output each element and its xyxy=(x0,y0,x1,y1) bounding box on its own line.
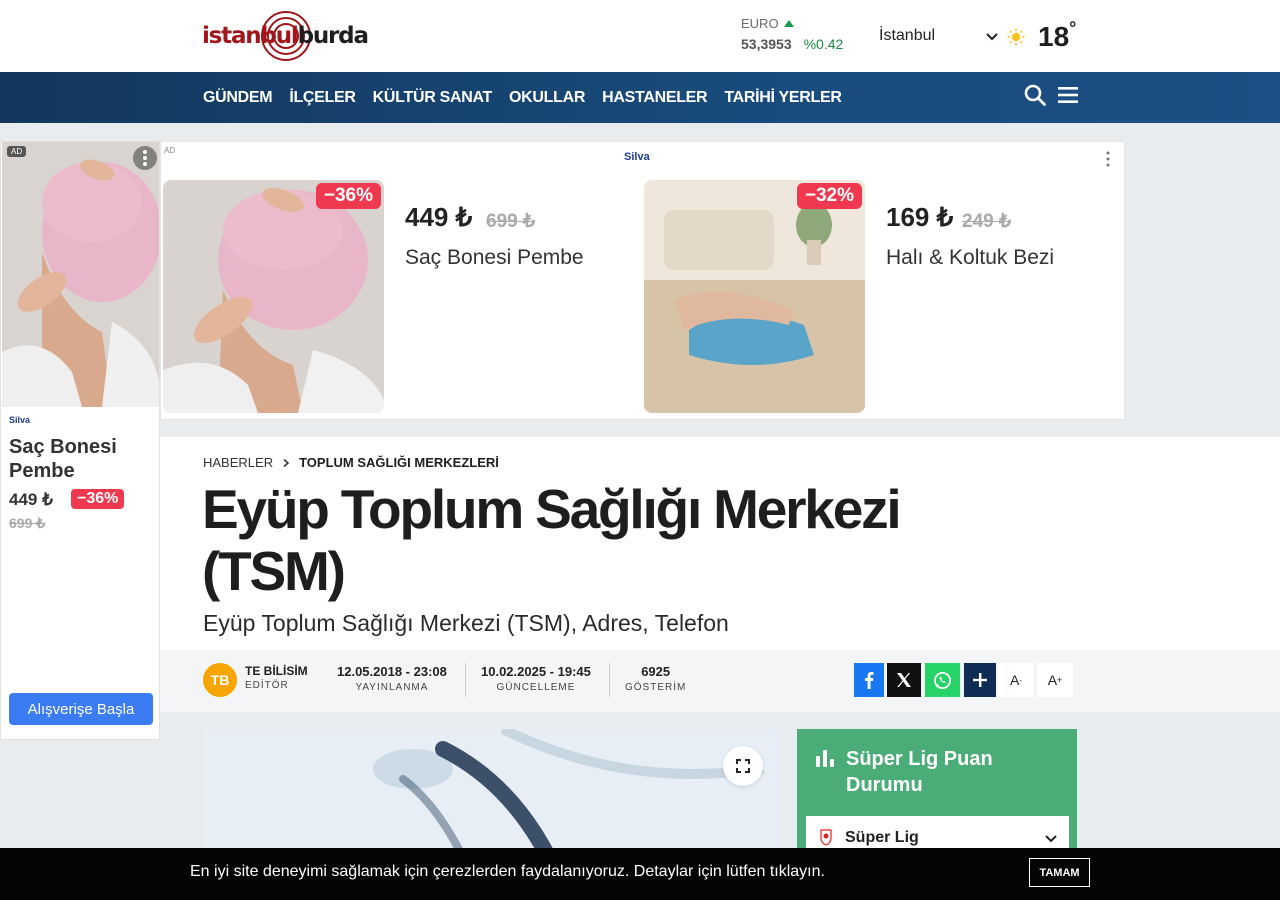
nav-item-kultur-sanat[interactable]: KÜLTÜR SANAT xyxy=(373,89,493,107)
share-facebook-button[interactable] xyxy=(854,663,884,697)
currency-name: EURO xyxy=(741,16,779,31)
ad-product-title[interactable]: Halı & Koltuk Bezi xyxy=(886,246,1054,270)
ad-discount-badge: −36% xyxy=(71,489,125,509)
share-more-button[interactable] xyxy=(964,663,996,697)
view-count: 6925 GÖSTERİM xyxy=(625,664,686,693)
updated-date: 10.02.2025 - 19:45 GÜNCELLEME xyxy=(481,664,591,693)
ad-brand-logo: Silva xyxy=(624,151,650,163)
published-value: 12.05.2018 - 23:08 xyxy=(337,664,447,679)
share-x-button[interactable] xyxy=(887,663,921,697)
facebook-icon xyxy=(865,672,874,689)
cookie-accept-button[interactable]: TAMAM xyxy=(1029,858,1090,887)
nav-item-tarihi-yerler[interactable]: TARİHİ YERLER xyxy=(724,89,842,107)
chevron-down-icon[interactable] xyxy=(985,30,999,44)
updated-value: 10.02.2025 - 19:45 xyxy=(481,664,591,679)
ad-product-title[interactable]: Saç Bonesi Pembe xyxy=(9,435,149,483)
share-whatsapp-button[interactable] xyxy=(925,663,960,697)
search-icon[interactable] xyxy=(1024,84,1046,106)
logo-text-part1: istanbul xyxy=(202,23,299,49)
site-logo[interactable]: istanbulburda xyxy=(202,10,369,62)
hair-bonnet-illustration xyxy=(163,180,384,413)
whatsapp-icon xyxy=(934,671,951,689)
ad-label: AD xyxy=(164,146,176,155)
top-banner-ad[interactable]: AD Silva −36% 449 ₺ 699 ₺ Saç Bonesi Pem… xyxy=(160,141,1125,420)
author-avatar[interactable]: TB xyxy=(203,663,237,697)
ad-product-price: 449 ₺ xyxy=(9,490,53,509)
ad-old-price: 249 ₺ xyxy=(962,211,1012,232)
plus-icon xyxy=(973,673,987,687)
hair-bonnet-illustration xyxy=(2,142,159,407)
author-name[interactable]: TE BİLİSİM xyxy=(245,664,308,678)
ad-product-image-1[interactable]: −36% xyxy=(163,180,384,413)
author-role: EDİTÖR xyxy=(245,680,289,691)
fullscreen-button[interactable] xyxy=(723,746,763,786)
super-lig-logo-icon xyxy=(820,829,832,846)
breadcrumb: HABERLER TOPLUM SAĞLIĞI MERKEZLERİ xyxy=(203,455,499,470)
chevron-down-icon[interactable] xyxy=(1044,832,1058,846)
ad-old-price: 699 ₺ xyxy=(9,515,46,531)
sun-icon xyxy=(1007,28,1025,46)
top-header xyxy=(0,0,1280,72)
article-title: Eyüp Toplum Sağlığı Merkezi (TSM) xyxy=(202,478,902,602)
currency-widget: EURO 53,3953 %0.42 xyxy=(741,16,843,52)
font-decrease-button[interactable]: A- xyxy=(998,663,1034,697)
ad-product-image-2[interactable]: −32% xyxy=(644,180,865,413)
widget-title-text: Süper Lig Puan Durumu xyxy=(846,748,993,796)
more-options-icon[interactable] xyxy=(1105,150,1111,168)
font-decrease-sup: - xyxy=(1019,675,1022,685)
ad-options-icon[interactable] xyxy=(133,146,157,170)
currency-value: 53,3953 xyxy=(741,36,792,52)
ad-badge: AD xyxy=(7,146,27,157)
published-date: 12.05.2018 - 23:08 YAYINLANMA xyxy=(337,664,447,693)
breadcrumb-category[interactable]: TOPLUM SAĞLIĞI MERKEZLERİ xyxy=(299,455,499,470)
font-increase-button[interactable]: A + xyxy=(1037,663,1073,697)
ad-brand-logo: Silva xyxy=(9,415,31,425)
nav-item-okullar[interactable]: OKULLAR xyxy=(509,89,585,107)
ad-discount-badge: −32% xyxy=(796,183,862,209)
temperature: 18° xyxy=(1038,18,1076,53)
published-label: YAYINLANMA xyxy=(355,682,429,693)
ad-product-price: 169 ₺ xyxy=(886,202,954,232)
hamburger-menu-icon[interactable] xyxy=(1058,86,1078,104)
meta-divider xyxy=(609,663,610,697)
city-selector[interactable]: İstanbul xyxy=(879,27,935,45)
currency-change: %0.42 xyxy=(803,36,844,52)
shop-now-button[interactable]: Alışverişe Başla xyxy=(9,693,153,725)
left-ad[interactable]: AD Silva Saç Bonesi Pembe 449 ₺ −36% 699… xyxy=(0,141,160,740)
logo-text: istanbulburda xyxy=(202,23,369,49)
cleaning-cloth-illustration xyxy=(644,180,865,413)
ad-product-title[interactable]: Saç Bonesi Pembe xyxy=(405,246,584,270)
font-decrease-label: A xyxy=(1009,672,1020,688)
ad-product-price: 449 ₺ xyxy=(405,202,473,232)
cookie-message[interactable]: En iyi site deneyimi sağlamak için çerez… xyxy=(190,863,825,881)
article-meta-bar xyxy=(160,650,1280,712)
updated-label: GÜNCELLEME xyxy=(496,682,576,693)
nav-item-gundem[interactable]: GÜNDEM xyxy=(203,89,273,107)
meta-divider xyxy=(465,663,466,697)
font-increase-label: A xyxy=(1047,672,1058,688)
trend-up-icon xyxy=(783,20,794,27)
article-subtitle: Eyüp Toplum Sağlığı Merkezi (TSM), Adres… xyxy=(203,610,729,636)
nav-item-hastaneler[interactable]: HASTANELER xyxy=(602,89,707,107)
x-twitter-icon xyxy=(897,673,911,687)
nav-item-ilceler[interactable]: İLÇELER xyxy=(289,89,356,107)
widget-title: Süper Lig Puan Durumu xyxy=(814,746,1054,798)
logo-text-part2: burda xyxy=(297,23,369,49)
degree-symbol: ° xyxy=(1069,18,1077,38)
league-name[interactable]: Süper Lig xyxy=(845,829,919,847)
ad-old-price: 699 ₺ xyxy=(486,211,536,232)
temperature-value: 18 xyxy=(1038,21,1070,52)
breadcrumb-home[interactable]: HABERLER xyxy=(203,455,273,470)
expand-icon xyxy=(736,759,750,773)
chevron-right-icon xyxy=(283,458,290,467)
main-nav: GÜNDEM İLÇELER KÜLTÜR SANAT OKULLAR HAST… xyxy=(0,72,1280,123)
font-increase-sup: + xyxy=(1057,675,1063,685)
views-value: 6925 xyxy=(641,664,671,679)
ad-discount-badge: −36% xyxy=(315,183,381,209)
ad-product-image[interactable]: AD xyxy=(2,142,159,407)
views-label: GÖSTERİM xyxy=(625,682,687,693)
